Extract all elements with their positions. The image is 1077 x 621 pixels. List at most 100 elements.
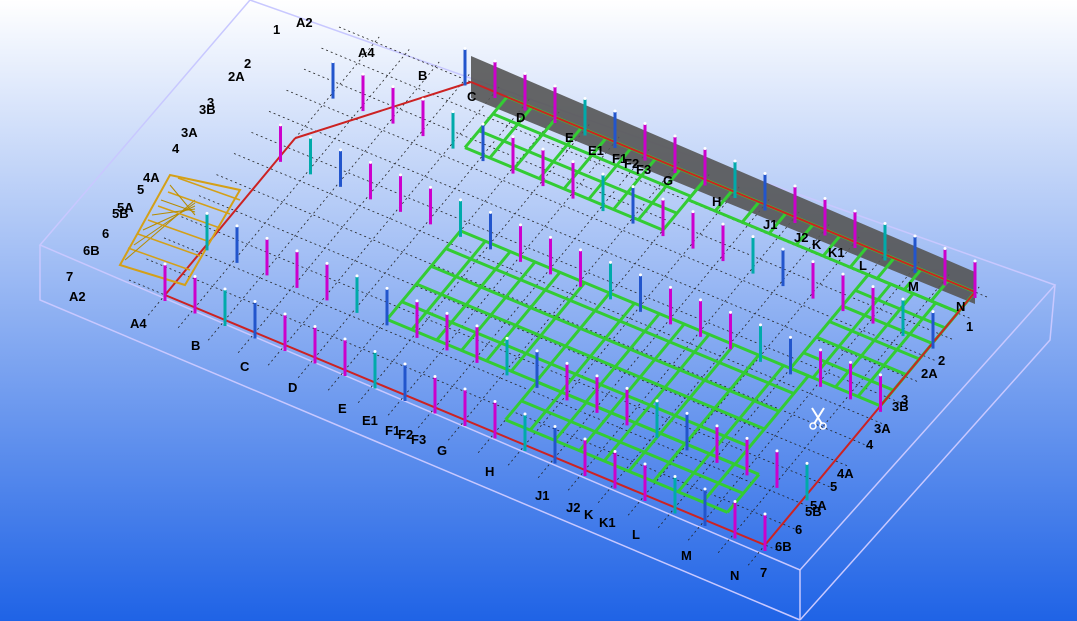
grid-label: K1 xyxy=(828,245,845,260)
column-cap xyxy=(789,335,792,339)
grid-label: E xyxy=(565,130,574,145)
column-cap xyxy=(313,325,317,328)
grid-label: D xyxy=(516,110,525,125)
grid-label: 3A xyxy=(874,421,891,436)
grid-label: 1 xyxy=(966,319,973,334)
grid-label: H xyxy=(712,194,721,209)
column-cap xyxy=(481,122,485,126)
column-cap xyxy=(451,110,455,114)
column-cap xyxy=(583,97,587,100)
column-cap xyxy=(339,148,342,152)
column-cap xyxy=(361,72,365,76)
grid-label: A2 xyxy=(69,289,86,304)
grid-label: B xyxy=(418,68,427,83)
column-cap xyxy=(331,60,335,64)
column-cap xyxy=(733,159,737,163)
column-cap xyxy=(493,400,497,403)
column-cap xyxy=(475,324,479,328)
grid-label: E xyxy=(338,401,347,416)
grid-label: G xyxy=(437,443,447,458)
column-cap xyxy=(385,286,389,290)
grid-label: 6B xyxy=(775,539,792,554)
column-cap xyxy=(595,374,599,378)
column-cap xyxy=(265,236,269,240)
column-cap xyxy=(373,350,377,353)
grid-label: K1 xyxy=(599,515,616,530)
grid-label: E1 xyxy=(588,143,604,158)
grid-label: J1 xyxy=(535,488,549,503)
column-cap xyxy=(631,185,635,189)
column-cap xyxy=(669,285,672,289)
column-cap xyxy=(283,312,287,316)
grid-label: L xyxy=(632,527,640,542)
grid-label: 6 xyxy=(795,522,802,537)
grid-label: M xyxy=(681,548,692,563)
grid-label: 5 xyxy=(830,479,837,494)
grid-label: G xyxy=(663,173,673,188)
model-viewport[interactable]: 1 A2 2 2A 3 3B 3A 4 4A 5 5A 5B 6 6B 7 A2… xyxy=(0,0,1077,621)
column-cap xyxy=(295,249,299,253)
column-cap xyxy=(643,122,647,125)
grid-label: A2 xyxy=(296,15,313,30)
column-cap xyxy=(421,97,425,101)
grid-label: 6 xyxy=(102,226,109,241)
column-cap xyxy=(163,262,167,266)
column-cap xyxy=(535,349,539,353)
column-cap xyxy=(841,272,845,276)
column-cap xyxy=(445,311,449,315)
grid-label: C xyxy=(240,359,250,374)
grid-label: H xyxy=(485,464,494,479)
column-cap xyxy=(703,487,707,491)
column-cap xyxy=(309,135,312,139)
column-cap xyxy=(489,210,492,214)
column-cap xyxy=(943,247,947,250)
column-cap xyxy=(459,198,462,202)
grid-label: B xyxy=(191,338,200,353)
column-cap xyxy=(511,135,515,139)
column-cap xyxy=(823,197,827,200)
column-cap xyxy=(613,450,617,453)
column-cap xyxy=(699,298,702,302)
column-cap xyxy=(751,235,755,239)
column-cap xyxy=(433,375,437,378)
column-cap xyxy=(253,300,257,303)
grid-label: A4 xyxy=(358,45,375,60)
column-cap xyxy=(759,323,762,327)
grid-label: 7 xyxy=(66,269,73,284)
column-cap xyxy=(901,297,905,301)
column-cap xyxy=(463,387,467,391)
column-cap xyxy=(549,235,552,239)
grid-label: 4 xyxy=(866,437,874,452)
structural-model-scene[interactable]: 1 A2 2 2A 3 3B 3A 4 4A 5 5A 5B 6 6B 7 A2… xyxy=(0,0,1077,621)
column-cap xyxy=(369,160,372,164)
column-cap xyxy=(715,424,719,428)
column-cap xyxy=(883,222,887,225)
column-cap xyxy=(343,337,347,341)
grid-label: M xyxy=(908,279,919,294)
column-cap xyxy=(733,500,737,503)
column-cap xyxy=(931,310,935,314)
column-cap xyxy=(853,209,857,213)
column-cap xyxy=(519,223,522,227)
column-cap xyxy=(523,72,527,75)
grid-label: C xyxy=(467,89,477,104)
column-cap xyxy=(775,449,779,453)
grid-label: 1 xyxy=(273,22,280,37)
column-cap xyxy=(673,134,677,138)
column-cap xyxy=(403,362,407,366)
column-cap xyxy=(811,260,815,264)
grid-label: K xyxy=(812,237,822,252)
grid-label: 2 xyxy=(938,353,945,368)
column-cap xyxy=(763,172,767,175)
column-cap xyxy=(279,123,282,127)
column-cap xyxy=(661,197,665,201)
column-cap xyxy=(913,234,917,238)
grid-label: N xyxy=(956,299,965,314)
grid-label: J1 xyxy=(763,217,777,232)
column-cap xyxy=(579,248,582,252)
column-cap xyxy=(849,360,852,364)
column-cap xyxy=(793,184,797,188)
column-cap xyxy=(879,373,882,377)
grid-label: 3B xyxy=(199,102,216,117)
column-cap xyxy=(553,425,557,428)
